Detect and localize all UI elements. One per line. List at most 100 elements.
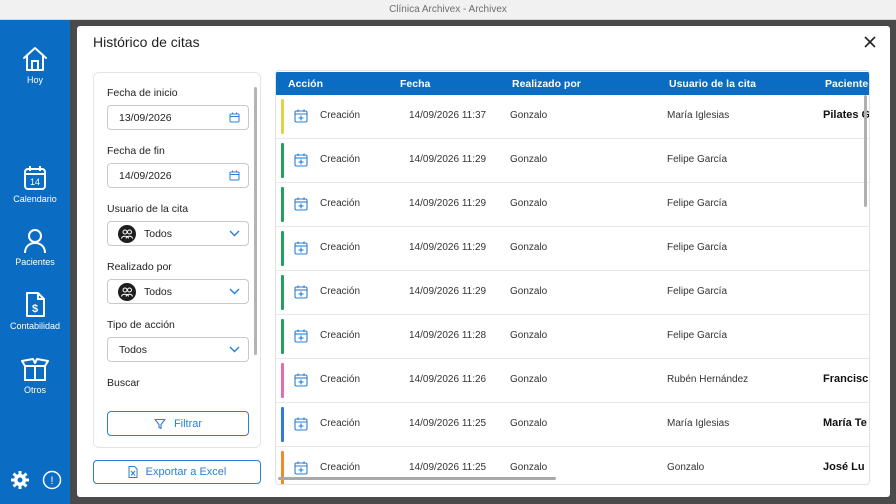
status-color-bar bbox=[281, 407, 284, 442]
table-row[interactable]: Creación 14/09/2026 11:29 Gonzalo Felipe Ga… bbox=[276, 271, 869, 315]
table-header: Acción Fecha Realizado por Usuario de la… bbox=[276, 72, 869, 95]
end-date-field[interactable]: 14/09/2026 bbox=[107, 163, 249, 188]
cell-fecha: 14/09/2026 11:29 bbox=[409, 242, 487, 253]
end-date-value: 14/09/2026 bbox=[119, 169, 172, 182]
cell-usuario: Felipe García bbox=[667, 286, 728, 297]
performer-label: Realizado por bbox=[107, 261, 172, 273]
table-row[interactable]: Creación 14/09/2026 11:25 Gonzalo María Igl… bbox=[276, 403, 869, 447]
cell-accion: Creación bbox=[320, 462, 361, 473]
chevron-down-icon[interactable] bbox=[229, 346, 240, 353]
sidebar-item-label: Calendario bbox=[13, 194, 57, 204]
cell-realizado-por: Gonzalo bbox=[510, 374, 548, 385]
cell-accion: Creación bbox=[320, 242, 361, 253]
filter-button-label: Filtrar bbox=[173, 417, 203, 430]
export-excel-button[interactable]: Exportar a Excel bbox=[93, 460, 261, 484]
cell-realizado-por: Gonzalo bbox=[510, 198, 548, 209]
table-row[interactable]: Creación 14/09/2026 11:29 Gonzalo Felipe Ga… bbox=[276, 183, 869, 227]
cell-realizado-por: Gonzalo bbox=[510, 418, 548, 429]
table-row[interactable]: Creación 14/09/2026 11:29 Gonzalo Felipe Ga… bbox=[276, 139, 869, 183]
calendar-add-icon bbox=[294, 285, 308, 302]
user-value: Todos bbox=[144, 227, 173, 240]
calendar-add-icon bbox=[294, 461, 308, 478]
sidebar-item-label: Pacientes bbox=[15, 257, 55, 267]
table-vertical-scrollbar[interactable] bbox=[863, 95, 869, 484]
chevron-down-icon[interactable] bbox=[229, 230, 240, 237]
status-color-bar bbox=[281, 143, 284, 178]
status-color-bar bbox=[281, 363, 284, 398]
sidebar-item-pacientes[interactable]: Pacientes bbox=[0, 228, 70, 267]
group-avatar-icon bbox=[118, 282, 136, 301]
calendar-add-icon bbox=[294, 373, 308, 390]
cell-fecha: 14/09/2026 11:29 bbox=[409, 154, 487, 165]
user-label: Usuario de la cita bbox=[107, 203, 189, 215]
table-row[interactable]: Creación 14/09/2026 11:26 Gonzalo Rubén Her… bbox=[276, 359, 869, 403]
chevron-down-icon[interactable] bbox=[229, 288, 240, 295]
sidebar-item-contabilidad[interactable]: $ Contabilidad bbox=[0, 291, 70, 331]
column-header-usuario[interactable]: Usuario de la cita bbox=[669, 78, 756, 90]
cell-realizado-por: Gonzalo bbox=[510, 286, 548, 297]
user-select[interactable]: Todos bbox=[107, 221, 249, 246]
cell-paciente: María Te bbox=[823, 417, 867, 429]
sidebar-item-otros[interactable]: Otros bbox=[0, 356, 70, 395]
cell-usuario: Felipe García bbox=[667, 330, 728, 341]
cell-accion: Creación bbox=[320, 374, 361, 385]
person-icon bbox=[24, 229, 46, 254]
column-header-accion[interactable]: Acción bbox=[288, 78, 323, 90]
table-horizontal-scrollbar[interactable] bbox=[278, 477, 556, 480]
status-color-bar bbox=[281, 275, 284, 310]
cell-realizado-por: Gonzalo bbox=[510, 462, 548, 473]
gear-icon[interactable] bbox=[10, 470, 30, 490]
close-icon[interactable] bbox=[862, 34, 878, 50]
sidebar-item-hoy[interactable]: Hoy bbox=[0, 46, 70, 85]
calendar-add-icon bbox=[294, 241, 308, 258]
cell-realizado-por: Gonzalo bbox=[510, 110, 548, 121]
box-icon bbox=[21, 358, 49, 381]
filter-button[interactable]: Filtrar bbox=[107, 411, 249, 436]
filters-scrollbar[interactable] bbox=[254, 87, 257, 355]
calendar-icon[interactable] bbox=[229, 170, 240, 181]
modal-title: Histórico de citas bbox=[93, 34, 200, 50]
status-color-bar bbox=[281, 319, 284, 354]
svg-text:!: ! bbox=[50, 475, 53, 487]
cell-accion: Creación bbox=[320, 110, 361, 121]
cell-fecha: 14/09/2026 11:28 bbox=[409, 330, 487, 341]
info-icon[interactable]: ! bbox=[42, 470, 62, 490]
cell-fecha: 14/09/2026 11:37 bbox=[409, 110, 487, 121]
table-row[interactable]: Creación 14/09/2026 11:37 Gonzalo María Igl… bbox=[276, 95, 869, 139]
cell-accion: Creación bbox=[320, 286, 361, 297]
filter-icon bbox=[154, 418, 166, 429]
column-header-paciente[interactable]: Paciente bbox=[825, 78, 868, 90]
table-row[interactable]: Creación 14/09/2026 11:29 Gonzalo Felipe Ga… bbox=[276, 227, 869, 271]
search-label: Buscar bbox=[107, 377, 140, 389]
cell-accion: Creación bbox=[320, 198, 361, 209]
export-button-label: Exportar a Excel bbox=[145, 466, 227, 478]
filters-panel: Fecha de inicio 13/09/2026 Fecha de fin … bbox=[93, 72, 261, 448]
cell-paciente: José Lu bbox=[823, 461, 865, 473]
cell-accion: Creación bbox=[320, 418, 361, 429]
window-title: Clínica Archivex - Archivex bbox=[0, 0, 896, 20]
start-date-field[interactable]: 13/09/2026 bbox=[107, 105, 249, 130]
sidebar-item-label: Contabilidad bbox=[9, 321, 61, 331]
end-date-label: Fecha de fin bbox=[107, 145, 165, 157]
cell-usuario: Felipe García bbox=[667, 154, 728, 165]
column-header-realizado-por[interactable]: Realizado por bbox=[512, 78, 581, 90]
sidebar-item-calendario[interactable]: 14 Calendario bbox=[0, 165, 70, 204]
cell-usuario: Gonzalo bbox=[667, 462, 705, 473]
calendar-add-icon bbox=[294, 417, 308, 434]
svg-text:$: $ bbox=[32, 303, 38, 315]
excel-file-icon bbox=[128, 466, 138, 478]
cell-fecha: 14/09/2026 11:29 bbox=[409, 198, 487, 209]
cell-realizado-por: Gonzalo bbox=[510, 330, 548, 341]
group-avatar-icon bbox=[118, 224, 136, 243]
column-header-fecha[interactable]: Fecha bbox=[400, 78, 430, 90]
calendar-icon: 14 bbox=[24, 166, 46, 190]
cell-accion: Creación bbox=[320, 330, 361, 341]
history-table: Acción Fecha Realizado por Usuario de la… bbox=[275, 70, 870, 485]
action-type-select[interactable]: Todos bbox=[107, 337, 249, 362]
cell-fecha: 14/09/2026 11:29 bbox=[409, 286, 487, 297]
sidebar-item-label: Hoy bbox=[26, 75, 43, 85]
performer-select[interactable]: Todos bbox=[107, 279, 249, 304]
table-row[interactable]: Creación 14/09/2026 11:28 Gonzalo Felipe Ga… bbox=[276, 315, 869, 359]
history-modal: Histórico de citas Fecha de inicio 13/09… bbox=[77, 26, 890, 497]
calendar-icon[interactable] bbox=[229, 112, 240, 123]
